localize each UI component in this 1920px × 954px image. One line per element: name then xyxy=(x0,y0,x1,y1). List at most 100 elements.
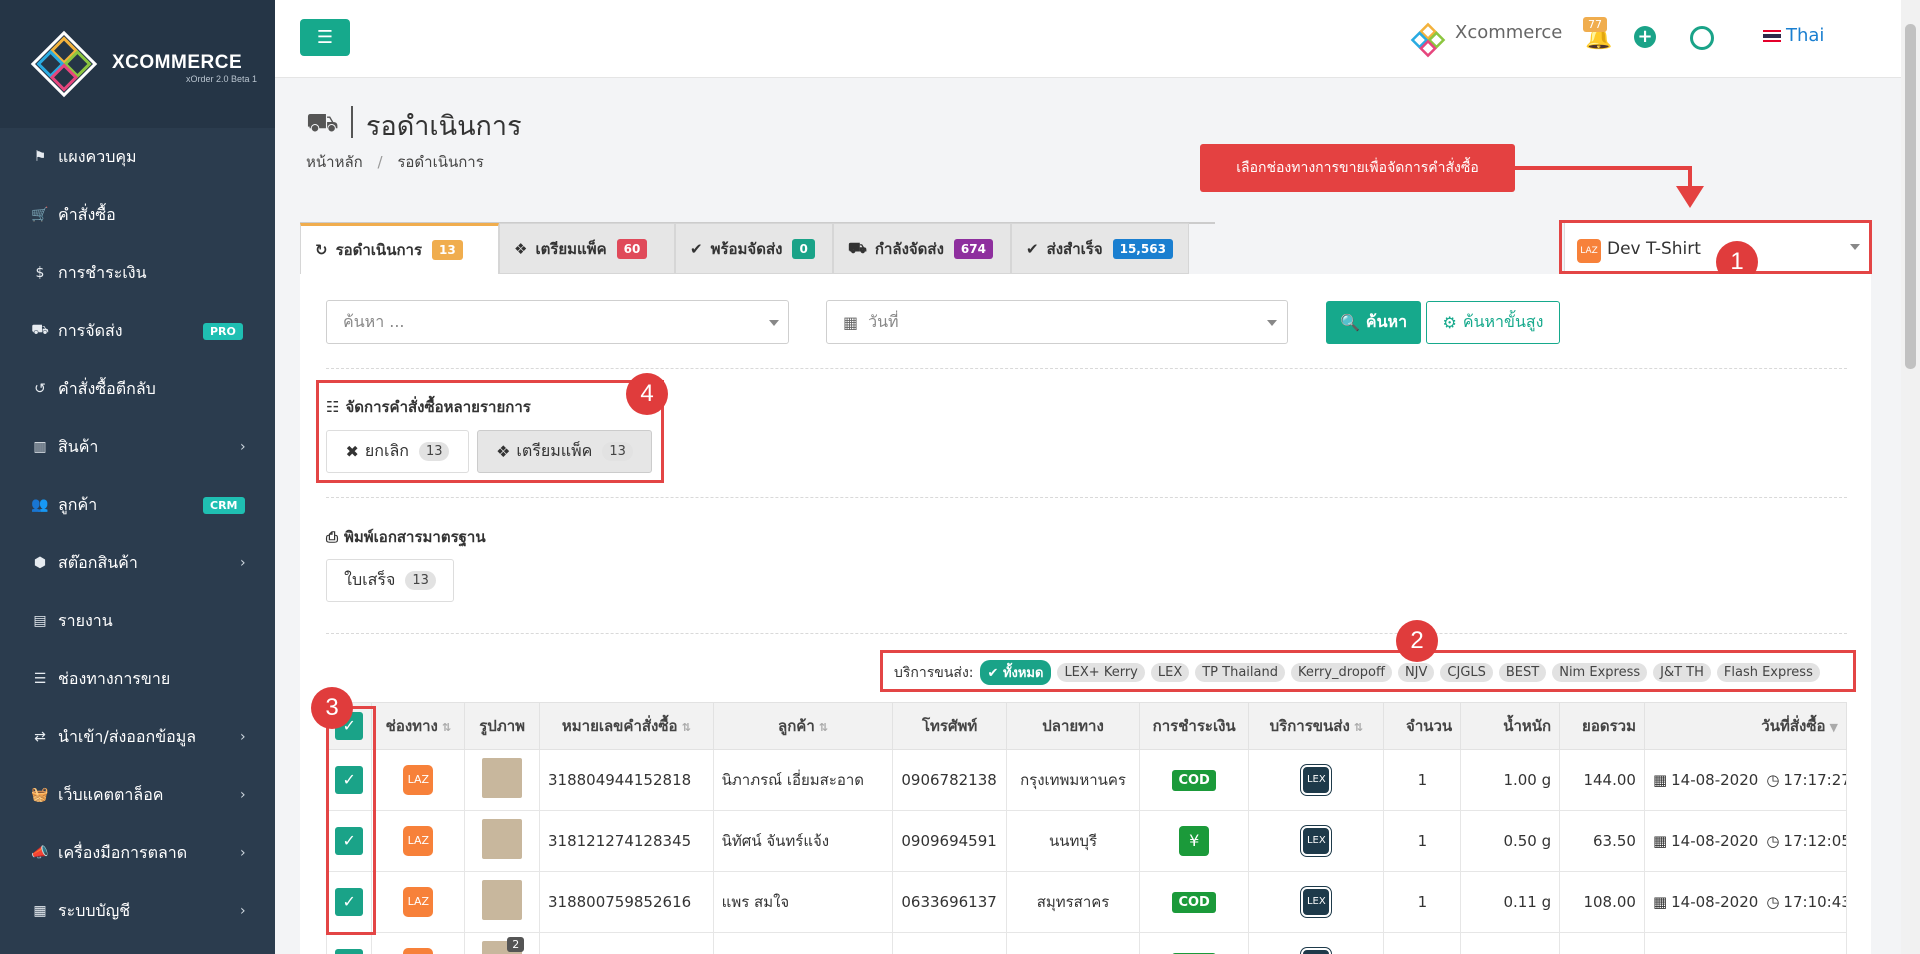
row-select-cell[interactable]: ✓ xyxy=(325,932,373,954)
tab-2[interactable]: ✔ พร้อมจัดส่ง 0 xyxy=(675,223,833,274)
divider xyxy=(326,633,1847,634)
table-row[interactable]: ✓ LAZ 318804944152818 นิภาภรณ์ เอี่ยมสะอาด 0… xyxy=(325,749,1848,811)
sidebar-item-13[interactable]: ▦ ระบบบัญชี › xyxy=(0,882,275,940)
exchange-icon: ⇄ xyxy=(34,729,46,745)
sidebar-item-6[interactable]: 👥 ลูกค้า CRM xyxy=(0,476,275,534)
total-cell: 144.00 xyxy=(1559,749,1645,811)
table-row[interactable]: ✓ LAZ 2 318117860380085ธีรยา อ่อนพรม0874105… xyxy=(325,932,1848,954)
calendar-icon: ▦ xyxy=(1652,893,1668,911)
destination-cell: กรุงเทพมหานคร xyxy=(1005,749,1141,811)
breadcrumb-separator: / xyxy=(377,153,383,171)
chevron-right-icon: › xyxy=(240,787,246,803)
advanced-search-button[interactable]: ⚙ ค้นหาขั้นสูง xyxy=(1426,301,1560,344)
customer-cell: นิภาภรณ์ เอี่ยมสะอาด xyxy=(712,749,894,811)
sidebar-item-label: คำสั่งซื้อ xyxy=(58,204,116,224)
scrollbar[interactable] xyxy=(1901,0,1920,954)
sidebar-item-10[interactable]: ⇄ นำเข้า/ส่งออกข้อมูล › xyxy=(0,708,275,766)
tab-label: เตรียมแพ็ค xyxy=(535,239,607,258)
row-checkbox[interactable]: ✓ xyxy=(335,949,364,954)
column-header[interactable]: บริการขนส่ง ⇅ xyxy=(1248,702,1385,750)
column-header: โทรศัพท์ xyxy=(892,702,1007,750)
column-header-label: ปลายทาง xyxy=(1042,717,1104,735)
highlight-box-2 xyxy=(880,650,1856,692)
tab-count: 13 xyxy=(432,240,463,260)
order-number-cell[interactable]: 318804944152818 xyxy=(539,749,714,811)
order-number[interactable]: 318121274128345 xyxy=(548,832,691,850)
column-header-label: หมายเลขคำสั่งซื้อ xyxy=(561,717,678,735)
sidebar-item-5[interactable]: ▥ สินค้า › xyxy=(0,418,275,476)
shipping-cell: LEX xyxy=(1248,871,1385,933)
order-date-cell: ▦ 14-08-2020 ◷ 17:17:27 xyxy=(1643,749,1848,811)
add-icon[interactable]: + xyxy=(1634,26,1656,48)
sidebar-item-1[interactable]: 🛒 คำสั่งซื้อ xyxy=(0,186,275,244)
tab-count: 0 xyxy=(792,238,815,259)
order-number-cell[interactable]: 318121274128345 xyxy=(539,810,714,872)
product-thumbnail[interactable] xyxy=(482,758,523,798)
basket-icon: 🧺 xyxy=(31,787,49,803)
breadcrumb-home[interactable]: หน้าหลัก xyxy=(306,153,363,171)
sidebar-item-9[interactable]: ☰ ช่องทางการขาย xyxy=(0,650,275,708)
chevron-right-icon: › xyxy=(240,729,246,745)
sidebar-item-2[interactable]: $ การชำระเงิน xyxy=(0,244,275,302)
print-receipt-button[interactable]: ใบเสร็จ 13 xyxy=(326,559,454,602)
search-input[interactable]: ค้นหา ... xyxy=(326,300,789,344)
tab-label: รอดำเนินการ xyxy=(335,241,423,259)
chevron-right-icon: › xyxy=(240,845,246,861)
flag-icon: ⚑ xyxy=(33,149,47,165)
customer-cell: ธีรยา อ่อนพรม xyxy=(712,932,894,954)
column-header: จำนวน xyxy=(1383,702,1462,750)
product-thumbnail[interactable] xyxy=(482,819,523,859)
order-number[interactable]: 318804944152818 xyxy=(548,771,691,789)
logo[interactable]: XCOMMERCE xOrder 2.0 Beta 1 xyxy=(0,0,275,128)
table-row[interactable]: ✓ LAZ 318800759852616 แพร สมใจ 0633696137 สมุ… xyxy=(325,871,1848,933)
print-section-title: ⎙ พิมพ์เอกสารมาตรฐาน xyxy=(326,525,486,549)
search-button[interactable]: 🔍 ค้นหา xyxy=(1326,301,1421,344)
column-header[interactable]: หมายเลขคำสั่งซื้อ ⇅ xyxy=(539,702,714,750)
order-number[interactable]: 318800759852616 xyxy=(548,893,691,911)
column-header[interactable]: ลูกค้า ⇅ xyxy=(712,702,894,750)
sidebar-item-4[interactable]: ↺ คำสั่งซื้อตีกลับ xyxy=(0,360,275,418)
sidebar-item-12[interactable]: 📣 เครื่องมือการตลาด › xyxy=(0,824,275,882)
print-icon: ⎙ xyxy=(326,528,339,546)
total-cell: 108.00 xyxy=(1559,871,1645,933)
phone: 0633696137 xyxy=(901,893,997,911)
column-header[interactable]: ช่องทาง ⇅ xyxy=(371,702,466,750)
payment-cell: ¥ xyxy=(1139,810,1250,872)
table-row[interactable]: ✓ LAZ 318121274128345 นิทัศน์ จันทร์แจ้ง 090… xyxy=(325,810,1848,872)
sidebar-item-label: การชำระเงิน xyxy=(58,262,147,282)
sidebar-item-3[interactable]: ⛟ การจัดส่ง PRO xyxy=(0,302,275,360)
divider xyxy=(326,497,1847,498)
sort-icon: ⇅ xyxy=(681,721,691,734)
tab-4[interactable]: ✔ ส่งสำเร็จ 15,563 xyxy=(1011,223,1189,274)
order-number-cell[interactable]: 318800759852616 xyxy=(539,871,714,933)
channel-cell: LAZ xyxy=(371,871,466,933)
total: 144.00 xyxy=(1583,771,1636,789)
sidebar-item-7[interactable]: ⬢ สต๊อกสินค้า › xyxy=(0,534,275,592)
marker-3: 3 xyxy=(311,687,353,729)
tab-1[interactable]: ❖ เตรียมแพ็ค 60 xyxy=(499,223,675,274)
barcode-icon: ▥ xyxy=(33,439,47,455)
sidebar-item-8[interactable]: ▤ รายงาน xyxy=(0,592,275,650)
scrollbar-thumb[interactable] xyxy=(1905,24,1916,369)
tab-0[interactable]: ↻ รอดำเนินการ 13 xyxy=(300,223,499,274)
quantity-cell: 1 xyxy=(1383,749,1462,811)
phone-cell: 0909694591 xyxy=(892,810,1007,872)
tab-3[interactable]: ⛟ กำลังจัดส่ง 674 xyxy=(833,223,1011,274)
phone-cell: 0633696137 xyxy=(892,871,1007,933)
language-selector[interactable]: Thai xyxy=(1786,25,1824,46)
user-profile-icon[interactable] xyxy=(1690,26,1714,50)
menu-toggle-button[interactable]: ☰ xyxy=(300,19,350,56)
sidebar-item-0[interactable]: ⚑ แผงควบคุม xyxy=(0,128,275,186)
column-header[interactable]: วันที่สั่งซื้อ ▼ xyxy=(1643,702,1848,750)
column-header-label: รูปภาพ xyxy=(479,717,526,735)
date-picker[interactable]: ▦ วันที่ xyxy=(826,300,1288,344)
breadcrumb-current: รอดำเนินการ xyxy=(397,153,484,171)
sidebar-item-11[interactable]: 🧺 เว็บแคตตาล็อค › xyxy=(0,766,275,824)
product-thumbnail[interactable] xyxy=(482,880,523,920)
search-icon: 🔍 xyxy=(1339,313,1360,332)
tab-label: ส่งสำเร็จ xyxy=(1046,239,1103,258)
order-number-cell[interactable]: 318117860380085 xyxy=(539,932,714,954)
truck-icon: ⛟ xyxy=(31,322,49,338)
topbar: ☰ Xcommerce 🔔 77 + Thai xyxy=(275,0,1920,78)
sidebar-item-label: คำสั่งซื้อตีกลับ xyxy=(58,378,156,398)
